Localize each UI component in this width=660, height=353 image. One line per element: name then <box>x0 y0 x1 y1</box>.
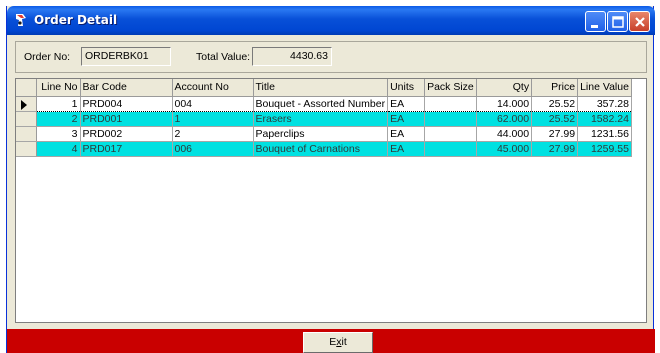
column-header[interactable]: Price <box>531 79 579 97</box>
cell-qty[interactable]: 62.000 <box>476 111 533 127</box>
grid-header-row: Line No Bar Code Account No Title Units … <box>16 79 632 97</box>
cell-pack-size[interactable] <box>424 126 478 142</box>
cell-account-no[interactable]: 1 <box>172 111 254 127</box>
cell-line-value[interactable]: 1231.56 <box>577 126 632 142</box>
table-row[interactable]: 4 PRD017 006 Bouquet of Carnations EA 45.000 2… <box>16 141 632 157</box>
cell-price[interactable]: 25.52 <box>531 95 579 112</box>
exit-label-suffix: it <box>341 336 347 348</box>
maximize-icon <box>612 16 624 28</box>
footer-bar: Exit <box>7 329 655 353</box>
total-value-field[interactable]: 4430.63 <box>252 47 332 66</box>
cell-price[interactable]: 27.99 <box>531 126 579 142</box>
order-lines-table: Line No Bar Code Account No Title Units … <box>16 79 632 157</box>
cell-line-no[interactable]: 3 <box>36 126 81 142</box>
cell-line-value[interactable]: 1259.55 <box>577 141 632 157</box>
column-header[interactable]: Pack Size <box>424 79 478 97</box>
cell-account-no[interactable]: 2 <box>172 126 254 142</box>
cell-line-no[interactable]: 2 <box>36 111 81 127</box>
cell-units[interactable]: EA <box>387 126 426 142</box>
row-selector[interactable] <box>16 111 37 127</box>
cell-price[interactable]: 27.99 <box>531 141 579 157</box>
table-row[interactable]: 2 PRD001 1 Erasers EA 62.000 25.52 1582.24 <box>16 111 632 127</box>
cell-title[interactable]: Bouquet - Assorted Number <box>253 95 389 112</box>
cell-pack-size[interactable] <box>424 95 478 112</box>
table-row[interactable]: 3 PRD002 2 Paperclips EA 44.000 27.99 1231.56 <box>16 126 632 142</box>
cell-bar-code[interactable]: PRD002 <box>80 126 173 142</box>
exit-button[interactable]: Exit <box>303 332 373 353</box>
order-header-panel: Order No: ORDERBK01 Total Value: 4430.63 <box>15 41 647 73</box>
cell-account-no[interactable]: 006 <box>172 141 254 157</box>
cell-qty[interactable]: 14.000 <box>476 95 533 112</box>
cell-line-value[interactable]: 1582.24 <box>577 111 632 127</box>
cell-units[interactable]: EA <box>387 111 426 127</box>
cell-qty[interactable]: 45.000 <box>476 141 533 157</box>
table-row[interactable]: 1 PRD004 004 Bouquet - Assorted Number EA 14.… <box>16 95 632 112</box>
order-detail-window: Order Detail Order No: ORDERBK01 Total V… <box>6 6 655 353</box>
column-header[interactable]: Account No <box>172 79 254 97</box>
order-lines-grid[interactable]: Line No Bar Code Account No Title Units … <box>15 78 647 323</box>
row-pointer-icon <box>21 99 27 110</box>
cell-bar-code[interactable]: PRD017 <box>80 141 173 157</box>
row-selector-header <box>16 79 37 97</box>
cell-line-no[interactable]: 1 <box>36 95 81 112</box>
cell-units[interactable]: EA <box>387 141 426 157</box>
cell-account-no[interactable]: 004 <box>172 95 254 112</box>
column-header[interactable]: Qty <box>476 79 533 97</box>
window-title: Order Detail <box>34 13 118 27</box>
column-header[interactable]: Bar Code <box>80 79 173 97</box>
title-bar[interactable]: Order Detail <box>7 6 655 35</box>
close-icon <box>635 17 645 27</box>
maximize-button[interactable] <box>607 11 628 32</box>
cell-line-no[interactable]: 4 <box>36 141 81 157</box>
row-selector[interactable] <box>16 126 37 142</box>
cell-price[interactable]: 25.52 <box>531 111 579 127</box>
app-logo-icon <box>16 14 26 26</box>
cell-qty[interactable]: 44.000 <box>476 126 533 142</box>
total-value-label: Total Value: <box>196 51 251 63</box>
order-no-label: Order No: <box>24 51 71 63</box>
minimize-icon <box>591 25 598 28</box>
close-button[interactable] <box>629 11 650 32</box>
cell-pack-size[interactable] <box>424 141 478 157</box>
cell-bar-code[interactable]: PRD004 <box>80 95 173 112</box>
row-selector[interactable] <box>16 96 37 112</box>
column-header[interactable]: Line Value <box>577 79 632 97</box>
cell-title[interactable]: Erasers <box>253 111 389 127</box>
cell-line-value[interactable]: 357.28 <box>577 95 632 112</box>
column-header[interactable]: Units <box>387 79 426 97</box>
cell-title[interactable]: Paperclips <box>253 126 389 142</box>
cell-title[interactable]: Bouquet of Carnations <box>253 141 389 157</box>
cell-pack-size[interactable] <box>424 111 478 127</box>
cell-bar-code[interactable]: PRD001 <box>80 111 173 127</box>
column-header[interactable]: Title <box>253 79 389 97</box>
order-no-field[interactable]: ORDERBK01 <box>81 47 171 66</box>
row-selector[interactable] <box>16 141 37 157</box>
column-header[interactable]: Line No <box>36 79 81 97</box>
minimize-button[interactable] <box>585 11 606 32</box>
cell-units[interactable]: EA <box>387 95 426 112</box>
